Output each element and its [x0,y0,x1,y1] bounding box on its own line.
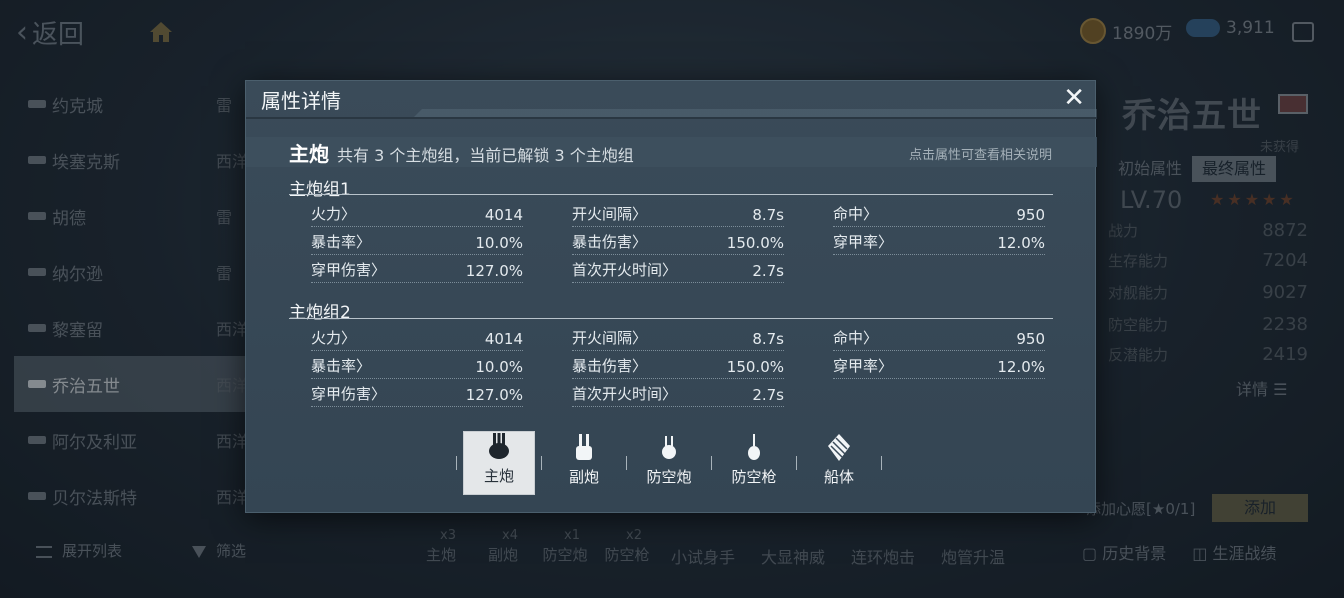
attr-value: 2.7s [752,386,784,404]
attr-accuracy[interactable]: 命中〉 950 [833,329,1045,351]
tab-main-gun[interactable]: 主炮 [463,431,535,495]
main-gun-icon [489,433,509,459]
attr-value: 950 [1016,206,1045,224]
section-description: 共有 3 个主炮组，当前已解锁 3 个主炮组 [337,146,634,165]
attr-label: 穿甲伤害〉 [311,261,387,279]
tab-secondary-gun[interactable]: 副炮 [548,431,620,495]
attr-label: 首次开火时间〉 [572,261,678,279]
attr-value: 4014 [484,206,523,224]
tab-separator [626,456,627,470]
tab-separator [456,456,457,470]
attr-value: 8.7s [752,330,784,348]
header-accent [414,109,1097,117]
attr-label: 首次开火时间〉 [572,385,678,403]
attr-value: 8.7s [752,206,784,224]
attr-value: 150.0% [726,234,784,252]
hull-icon [828,434,850,461]
attr-first-fire-time[interactable]: 首次开火时间〉 2.7s [572,261,784,283]
tab-label: 主炮 [483,467,514,485]
tab-label: 防空枪 [731,468,777,486]
attr-value: 2.7s [752,262,784,280]
group-divider [289,318,1053,319]
attribute-detail-dialog: 属性详情 ✕ 主炮 共有 3 个主炮组，当前已解锁 3 个主炮组 点击属性可查看… [245,80,1097,513]
attr-penetration-damage[interactable]: 穿甲伤害〉 127.0% [311,385,523,407]
aa-mg-icon [748,434,760,460]
attr-label: 穿甲率〉 [833,357,894,375]
tab-label: 副炮 [568,468,599,486]
attr-firepower[interactable]: 火力〉 4014 [311,329,523,351]
attr-label: 暴击伤害〉 [572,357,648,375]
attr-accuracy[interactable]: 命中〉 950 [833,205,1045,227]
tab-separator [711,456,712,470]
tab-separator [796,456,797,470]
aa-gun-icon [662,436,676,459]
attr-crit-rate[interactable]: 暴击率〉 10.0% [311,357,523,379]
attr-first-fire-time[interactable]: 首次开火时间〉 2.7s [572,385,784,407]
dialog-header: 属性详情 ✕ [246,81,1097,117]
attr-label: 穿甲伤害〉 [311,385,387,403]
attr-value: 10.0% [475,358,523,376]
attr-label: 开火间隔〉 [572,329,648,347]
attr-label: 暴击伤害〉 [572,233,648,251]
attr-label: 命中〉 [833,205,879,223]
gun-group-title: 主炮组1 [289,180,351,200]
gun-group-title: 主炮组2 [289,303,351,323]
tab-aa-mg[interactable]: 防空枪 [718,431,790,495]
attr-penetration-rate[interactable]: 穿甲率〉 12.0% [833,357,1045,379]
attr-label: 穿甲率〉 [833,233,894,251]
section-title: 主炮 [289,142,329,166]
attr-penetration-rate[interactable]: 穿甲率〉 12.0% [833,233,1045,255]
attr-firepower[interactable]: 火力〉 4014 [311,205,523,227]
attr-value: 10.0% [475,234,523,252]
tab-hull[interactable]: 船体 [803,431,875,495]
attr-value: 4014 [484,330,523,348]
attr-label: 火力〉 [311,205,357,223]
attr-label: 开火间隔〉 [572,205,648,223]
attr-label: 暴击率〉 [311,233,372,251]
attr-label: 命中〉 [833,329,879,347]
attr-value: 150.0% [726,358,784,376]
attr-label: 火力〉 [311,329,357,347]
weapon-category-tabs: 主炮 副炮 防空炮 防空枪 船体 [456,430,882,496]
tab-label: 船体 [823,468,854,486]
secondary-gun-icon [576,434,592,460]
tab-separator [881,456,882,470]
attr-crit-damage[interactable]: 暴击伤害〉 150.0% [572,233,784,255]
close-icon[interactable]: ✕ [1063,83,1085,113]
attr-crit-damage[interactable]: 暴击伤害〉 150.0% [572,357,784,379]
attr-value: 950 [1016,330,1045,348]
attr-label: 暴击率〉 [311,357,372,375]
group-divider [289,194,1053,195]
section-hint: 点击属性可查看相关说明 [908,148,1052,163]
header-divider [246,117,1097,119]
attr-crit-rate[interactable]: 暴击率〉 10.0% [311,233,523,255]
dialog-title: 属性详情 [261,89,341,113]
attr-fire-interval[interactable]: 开火间隔〉 8.7s [572,329,784,351]
attr-value: 127.0% [465,262,523,280]
tab-aa-gun[interactable]: 防空炮 [633,431,705,495]
attr-penetration-damage[interactable]: 穿甲伤害〉 127.0% [311,261,523,283]
attr-fire-interval[interactable]: 开火间隔〉 8.7s [572,205,784,227]
attr-value: 12.0% [997,234,1045,252]
attr-value: 127.0% [465,386,523,404]
tab-label: 防空炮 [646,468,692,486]
tab-separator [541,456,542,470]
attr-value: 12.0% [997,358,1045,376]
